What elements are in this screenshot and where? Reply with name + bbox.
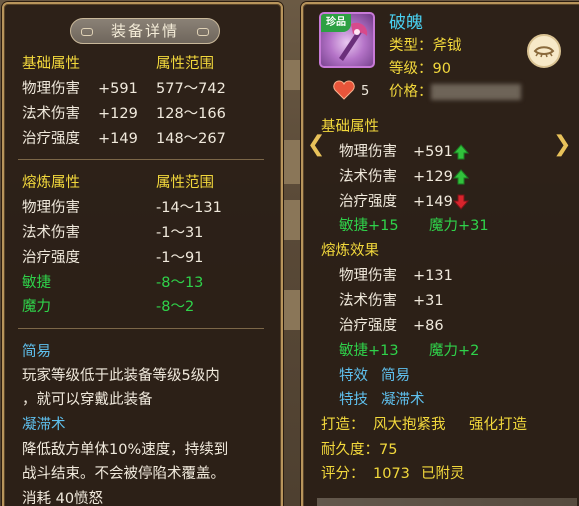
durability: 耐久度：75 [321,442,398,458]
refine-effect-header: 熔炼效果 [321,243,379,259]
background-detail [283,200,301,240]
cut-off-text [317,498,577,506]
skill-label: 特技 [339,392,368,408]
item-type: 类型：斧钺 [389,38,462,54]
spirit-status: 已附灵 [421,466,465,482]
score-label: 评分： [321,466,365,482]
stat-name: 治疗强度 [22,131,80,147]
stat-value: +591 [98,81,138,97]
refine-stat-value: +86 [413,318,444,334]
stat-name: 法术伤害 [339,169,397,185]
refine-range-header: 属性范围 [156,175,214,191]
skill-description: 战斗结束。不会被停陷术覆盖。 [22,466,225,482]
refine-agility: 敏捷+13 [339,343,399,359]
refine-stat-value: +131 [413,268,453,284]
stat-value: +129 [413,169,453,185]
skill-title: 凝滞术 [22,417,66,433]
stat-value: +149 [413,194,453,210]
magic-bonus: 魔力+31 [429,218,489,234]
increase-arrow-icon [453,169,469,185]
section-divider [18,328,264,329]
heart-count: 5 [361,84,370,99]
stat-name: 治疗强度 [339,194,397,210]
increase-arrow-icon [453,144,469,160]
item-level: 等级：90 [389,61,451,77]
refine-stat-name: 法术伤害 [339,293,397,309]
stat-range: 148～267 [156,131,226,147]
item-price-label: 价格： [389,84,433,100]
trait-title: 简易 [22,344,51,360]
refine-stat-value: +31 [413,293,444,309]
attribute-range-header: 属性范围 [156,56,214,72]
trait-description: 玩家等级低于此装备等级5级内 [22,368,220,384]
refine-stat-name: 魔力 [22,299,51,315]
eye-icon [533,46,555,58]
effect-label: 特效 [339,368,368,384]
stat-value: +149 [98,131,138,147]
trait-description: ，就可以穿戴此装备 [22,392,153,408]
forge-value: 风大抱紧我 [373,417,446,433]
item-name: 破魄 [389,13,423,33]
heart-icon [333,80,355,100]
section-divider [18,159,264,160]
refine-stat-range: -8～13 [156,275,204,291]
skill-value: 凝滞术 [381,392,425,408]
price-value-hidden [431,84,521,100]
skill-description: 降低敌方单体10%速度，持续到 [22,442,229,458]
refine-stat-range: -1～91 [156,250,204,266]
stat-range: 128～166 [156,106,226,122]
background-detail [283,290,301,330]
refine-stat-range: -8～2 [156,299,195,315]
refine-stat-name: 物理伤害 [22,200,80,216]
stat-name: 法术伤害 [22,106,80,122]
stat-value: +129 [98,106,138,122]
background-detail [283,60,301,90]
decrease-arrow-icon [453,194,469,210]
stat-range: 577～742 [156,81,226,97]
base-attributes-header: 基础属性 [22,56,80,72]
base-attributes-header: 基础属性 [321,119,379,135]
agility-bonus: 敏捷+15 [339,218,399,234]
refine-stat-name: 法术伤害 [22,225,80,241]
panel-title: 装备详情 [70,18,220,44]
refine-stat-name: 物理伤害 [339,268,397,284]
refine-magic: 魔力+2 [429,343,480,359]
effect-value: 简易 [381,368,410,384]
stat-name: 物理伤害 [22,81,80,97]
toggle-view-button[interactable] [527,34,561,68]
refine-stat-range: -14～131 [156,200,222,216]
refine-stat-name: 治疗强度 [339,318,397,334]
background-detail [283,140,301,184]
rare-badge: 珍品 [321,14,351,32]
refine-stat-range: -1～31 [156,225,204,241]
item-icon: 珍品 [319,12,375,68]
stat-value: +591 [413,144,453,160]
refine-stat-name: 敏捷 [22,275,51,291]
item-tooltip-panel: 珍品 破魄 类型：斧钺 等级：90 5 价格： ❮ ❯ 基础属性 物理伤害 +5… [301,2,579,506]
refine-attributes-header: 熔炼属性 [22,175,80,191]
forge-label: 打造： [321,417,365,433]
refine-stat-name: 治疗强度 [22,250,80,266]
equipment-detail-panel: 装备详情 基础属性 属性范围 物理伤害 +591 577～742 法术伤害 +1… [2,2,283,506]
stat-name: 物理伤害 [339,144,397,160]
skill-cost: 消耗 40愤怒 [22,491,104,506]
next-item-button[interactable]: ❯ [553,132,571,158]
forge-extra: 强化打造 [469,417,527,433]
score-value: 1073 [373,466,410,482]
